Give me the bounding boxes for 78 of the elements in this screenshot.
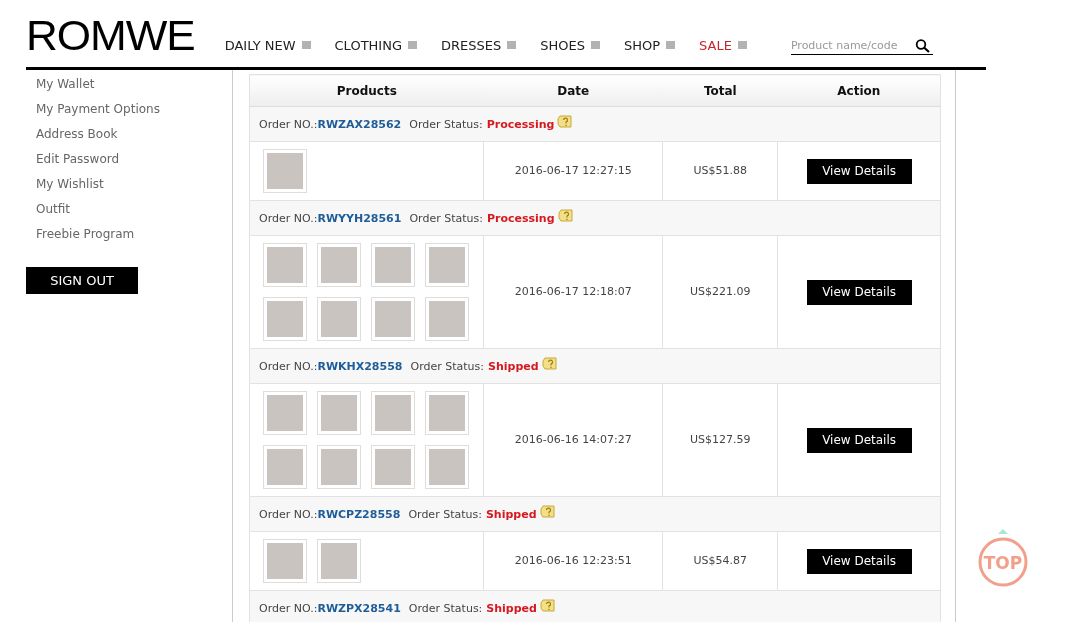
order-status: Shipped [486, 601, 537, 615]
view-details-button[interactable]: View Details [806, 427, 912, 453]
nav-link[interactable]: SALE [699, 35, 732, 55]
order-total: US$54.87 [693, 553, 748, 567]
order-total: US$221.09 [690, 284, 751, 298]
nav-link[interactable]: SHOES [540, 35, 585, 55]
order-status: Processing [486, 117, 555, 131]
product-thumbnail[interactable] [263, 243, 307, 287]
status-label: Order Status: [409, 117, 483, 131]
order-date: 2016-06-17 12:27:15 [514, 163, 632, 177]
order-label: Order NO.: [259, 359, 318, 373]
product-thumbnail[interactable] [371, 445, 415, 489]
top-label: TOP [983, 553, 1023, 573]
order-label: Order NO.: [259, 211, 318, 225]
nav-link[interactable]: SHOP [623, 35, 661, 55]
product-thumbnail[interactable] [263, 539, 307, 583]
product-thumbnail[interactable] [317, 539, 361, 583]
order-number-link[interactable]: RWCPZ28558 [317, 507, 401, 521]
view-details-button[interactable]: View Details [806, 279, 912, 305]
status-label: Order Status: [408, 601, 483, 615]
order-label: Order NO.: [259, 601, 318, 615]
nav-link[interactable]: DRESSES [441, 35, 502, 55]
sign-out-button[interactable]: SIGN OUT [26, 267, 138, 294]
product-thumbnail[interactable] [317, 391, 361, 435]
product-thumbnail[interactable] [263, 391, 307, 435]
column-header: Action [777, 74, 941, 107]
nav-link[interactable]: CLOTHING [334, 35, 402, 55]
help-icon[interactable] [541, 356, 558, 372]
order-date: 2016-06-16 14:07:27 [514, 432, 632, 446]
product-thumbnail[interactable] [425, 243, 469, 287]
product-thumbnail[interactable] [425, 391, 469, 435]
help-icon[interactable] [539, 598, 556, 614]
order-status: Shipped [488, 359, 539, 373]
sidebar-link[interactable]: Edit Password [26, 147, 232, 172]
sidebar-link[interactable]: Freebie Program [26, 222, 232, 247]
product-thumbnail[interactable] [371, 391, 415, 435]
order-label: Order NO.: [259, 117, 318, 131]
order-number-link[interactable]: RWKHX28558 [317, 359, 403, 373]
sidebar-link[interactable]: My Payment Options [26, 97, 232, 122]
product-thumbnail[interactable] [317, 243, 361, 287]
help-icon[interactable] [557, 114, 574, 130]
search-icon[interactable] [914, 38, 931, 53]
order-number-link[interactable]: RWZPX28541 [317, 601, 401, 615]
logo[interactable]: ROMWE [26, 15, 195, 57]
order-date: 2016-06-17 12:18:07 [514, 284, 632, 298]
product-thumbnail[interactable] [317, 297, 361, 341]
nav-link[interactable]: DAILY NEW [224, 35, 296, 55]
product-thumbnail[interactable] [263, 149, 307, 193]
order-label: Order NO.: [259, 507, 318, 521]
status-label: Order Status: [410, 359, 484, 373]
view-details-button[interactable]: View Details [806, 158, 912, 184]
status-label: Order Status: [409, 211, 483, 225]
product-thumbnail[interactable] [425, 297, 469, 341]
order-status: Shipped [485, 507, 537, 521]
help-icon[interactable] [557, 208, 574, 224]
product-thumbnail[interactable] [425, 445, 469, 489]
column-header: Products [249, 74, 484, 107]
status-label: Order Status: [408, 507, 482, 521]
product-thumbnail[interactable] [371, 243, 415, 287]
sidebar-link[interactable]: My Wishlist [26, 172, 232, 197]
product-thumbnail[interactable] [263, 297, 307, 341]
product-thumbnail[interactable] [263, 445, 307, 489]
order-number-link[interactable]: RWZAX28562 [317, 117, 402, 131]
column-header: Date [483, 74, 663, 107]
help-icon[interactable] [539, 504, 556, 520]
product-thumbnail[interactable] [371, 297, 415, 341]
arrow-up-icon [998, 529, 1008, 534]
order-total: US$127.59 [690, 432, 751, 446]
view-details-button[interactable]: View Details [806, 548, 912, 574]
order-number-link[interactable]: RWYYH28561 [317, 211, 402, 225]
order-status: Processing [486, 211, 555, 225]
order-date: 2016-06-16 12:23:51 [514, 553, 632, 567]
sidebar-link[interactable]: Address Book [26, 122, 232, 147]
product-thumbnail[interactable] [317, 445, 361, 489]
column-header: Total [662, 74, 778, 107]
sidebar-link[interactable]: My Wallet [26, 72, 232, 97]
order-total: US$51.88 [693, 163, 748, 177]
sidebar-link[interactable]: Outfit [26, 197, 232, 222]
